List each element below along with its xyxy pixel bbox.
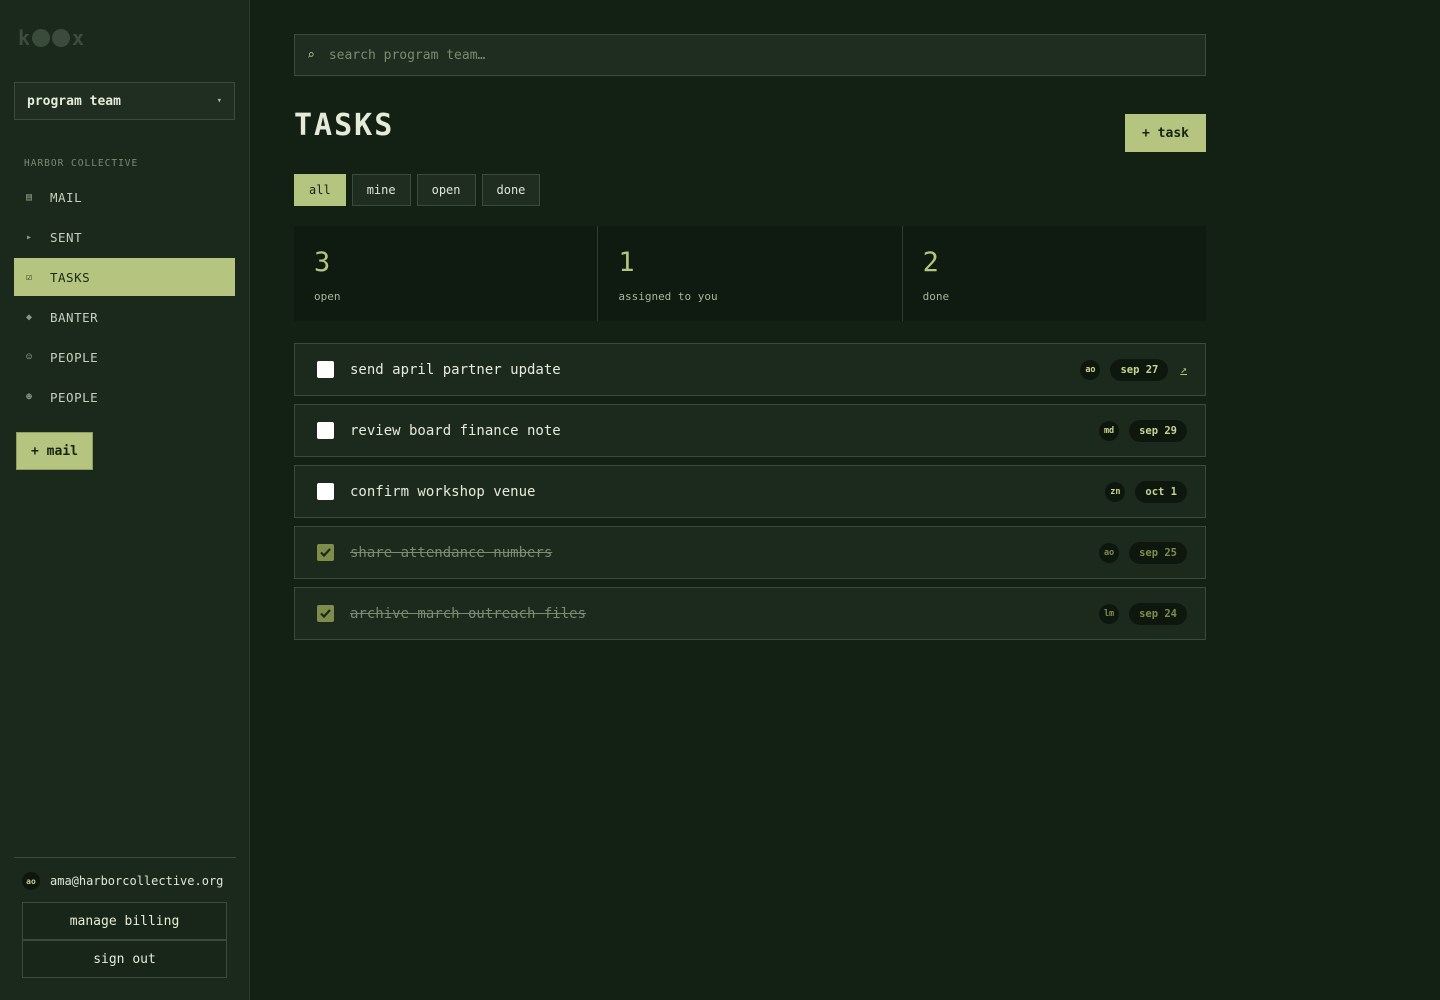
filter-done[interactable]: done bbox=[481, 174, 541, 206]
due-date-badge: oct 1 bbox=[1135, 480, 1187, 503]
due-date-badge: sep 24 bbox=[1129, 602, 1187, 625]
due-date-badge: sep 27 bbox=[1110, 358, 1169, 381]
sidebar-item-mail[interactable]: ▤ MAIL bbox=[14, 178, 235, 216]
task-checkbox[interactable] bbox=[317, 483, 334, 500]
task-stats: 3 open 1 assigned to you 2 done bbox=[294, 226, 1206, 321]
sidebar-nav: ▤ MAIL ▸ SENT ☑ TASKS ◆ BANTER ☺ PEOPLE … bbox=[14, 178, 235, 418]
stat-value: 2 bbox=[922, 247, 939, 278]
page-title: TASKS bbox=[294, 108, 395, 143]
app-logo[interactable]: k x bbox=[18, 26, 84, 50]
avatar: lm bbox=[1099, 603, 1120, 624]
stat-done: 2 done bbox=[903, 226, 1206, 321]
task-meta: zn oct 1 bbox=[1105, 480, 1187, 503]
task-title: review board finance note bbox=[350, 422, 561, 439]
due-date-badge: sep 29 bbox=[1129, 419, 1187, 442]
stat-assigned: 1 assigned to you bbox=[598, 226, 903, 321]
logo-dot bbox=[52, 29, 71, 47]
logo-dot bbox=[32, 29, 51, 47]
task-checkbox[interactable] bbox=[317, 361, 334, 378]
task-row[interactable]: share attendance numbers ao sep 25 bbox=[294, 526, 1206, 579]
stat-value: 1 bbox=[618, 247, 635, 278]
sidebar-item-label: BANTER bbox=[50, 309, 99, 325]
task-row[interactable]: archive march outreach files lm sep 24 bbox=[294, 587, 1206, 640]
avatar: ao bbox=[22, 872, 40, 890]
search-icon: ⌕ bbox=[307, 47, 315, 63]
sidebar-item-people[interactable]: ☺ PEOPLE bbox=[14, 338, 235, 376]
sidebar-footer: ao ama@harborcollective.org manage billi… bbox=[14, 857, 236, 978]
sidebar-item-label: MAIL bbox=[50, 189, 83, 205]
sidebar-item-sent[interactable]: ▸ SENT bbox=[14, 218, 235, 256]
task-meta: ao sep 25 bbox=[1099, 541, 1187, 564]
org-label: HARBOR COLLECTIVE bbox=[24, 158, 139, 169]
tasks-icon: ☑ bbox=[26, 271, 33, 283]
task-checkbox[interactable] bbox=[317, 422, 334, 439]
sent-icon: ▸ bbox=[26, 231, 33, 243]
avatar: md bbox=[1099, 420, 1120, 441]
chevron-down-icon: ▾ bbox=[216, 96, 222, 106]
sidebar-item-people-alt[interactable]: ☻ PEOPLE bbox=[14, 378, 235, 416]
sidebar-item-label: SENT bbox=[50, 229, 83, 245]
team-selector[interactable]: program team ▾ bbox=[14, 82, 235, 120]
task-list: send april partner update ao sep 27 ↗ re… bbox=[294, 343, 1206, 648]
task-meta: ao sep 27 ↗ bbox=[1080, 358, 1187, 381]
sidebar-item-tasks[interactable]: ☑ TASKS bbox=[14, 258, 235, 296]
user-email: ama@harborcollective.org bbox=[50, 874, 224, 888]
manage-billing-button[interactable]: manage billing bbox=[22, 902, 227, 940]
sidebar-item-label: PEOPLE bbox=[50, 349, 99, 365]
search-input[interactable] bbox=[328, 47, 1169, 63]
sidebar-item-label: TASKS bbox=[50, 269, 91, 285]
avatar: ao bbox=[1080, 359, 1101, 380]
current-user: ao ama@harborcollective.org bbox=[22, 872, 228, 890]
avatar: ao bbox=[1099, 542, 1120, 563]
search-bar: ⌕ bbox=[294, 34, 1206, 76]
task-checkbox[interactable] bbox=[317, 544, 334, 561]
sidebar-item-label: PEOPLE bbox=[50, 389, 99, 405]
people-icon: ☺ bbox=[26, 351, 33, 363]
team-selector-value: program team bbox=[27, 93, 121, 109]
task-title: confirm workshop venue bbox=[350, 483, 536, 500]
task-title: share attendance numbers bbox=[350, 544, 553, 561]
task-meta: md sep 29 bbox=[1099, 419, 1187, 442]
sidebar-item-banter[interactable]: ◆ BANTER bbox=[14, 298, 235, 336]
logo-letter-right: x bbox=[72, 26, 85, 50]
people-alt-icon: ☻ bbox=[26, 391, 33, 403]
stat-label: assigned to you bbox=[618, 290, 718, 303]
task-row[interactable]: confirm workshop venue zn oct 1 bbox=[294, 465, 1206, 518]
filter-open[interactable]: open bbox=[416, 174, 476, 206]
task-title: send april partner update bbox=[350, 361, 561, 378]
logo-letter-left: k bbox=[18, 26, 31, 50]
task-row[interactable]: review board finance note md sep 29 bbox=[294, 404, 1206, 457]
due-date-badge: sep 25 bbox=[1129, 541, 1187, 564]
banter-icon: ◆ bbox=[26, 311, 33, 323]
task-checkbox[interactable] bbox=[317, 605, 334, 622]
avatar: zn bbox=[1105, 481, 1126, 502]
add-task-button[interactable]: + task bbox=[1125, 114, 1206, 152]
filter-mine[interactable]: mine bbox=[351, 174, 411, 206]
sidebar: k x program team ▾ HARBOR COLLECTIVE ▤ M… bbox=[0, 0, 250, 1000]
filter-all[interactable]: all bbox=[294, 174, 346, 206]
compose-mail-button[interactable]: + mail bbox=[16, 432, 93, 470]
task-row[interactable]: send april partner update ao sep 27 ↗ bbox=[294, 343, 1206, 396]
task-filters: all mine open done bbox=[294, 174, 541, 206]
external-link-icon[interactable]: ↗ bbox=[1180, 363, 1187, 376]
stat-label: done bbox=[922, 290, 950, 303]
stat-open: 3 open bbox=[294, 226, 599, 321]
mail-icon: ▤ bbox=[26, 191, 33, 203]
stat-value: 3 bbox=[314, 247, 331, 278]
sign-out-button[interactable]: sign out bbox=[22, 940, 227, 978]
task-meta: lm sep 24 bbox=[1099, 602, 1187, 625]
task-title: archive march outreach files bbox=[350, 605, 587, 622]
stat-label: open bbox=[314, 290, 341, 303]
